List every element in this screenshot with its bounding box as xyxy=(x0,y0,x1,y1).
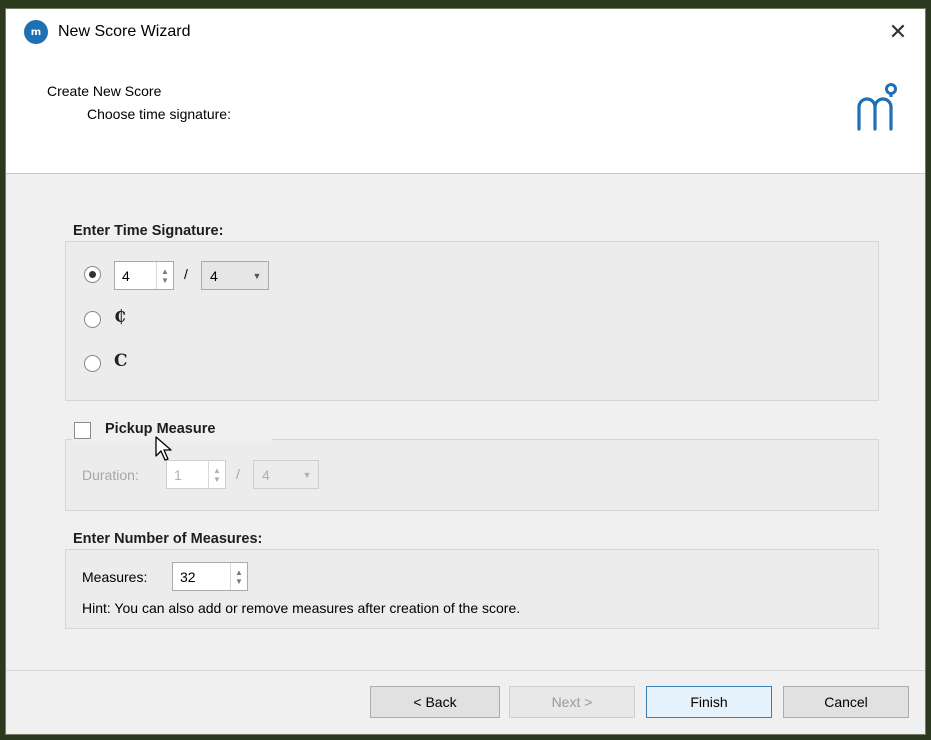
measures-value: 32 xyxy=(180,568,196,585)
musescore-logo-icon xyxy=(857,83,897,131)
next-button[interactable]: Next > xyxy=(509,686,635,718)
page-subtitle: Choose time signature: xyxy=(87,106,231,122)
measures-spinbox[interactable]: 32 ▲ ▼ xyxy=(172,562,248,591)
mouse-cursor-icon xyxy=(155,436,172,461)
duration-numerator-spinbox[interactable]: 1 ▲ ▼ xyxy=(166,460,226,489)
radio-custom-time-signature[interactable] xyxy=(84,266,101,283)
duration-denominator-dropdown[interactable]: 4 ▼ xyxy=(253,460,319,489)
common-time-symbol: C xyxy=(114,351,128,371)
finish-button[interactable]: Finish xyxy=(646,686,772,718)
musescore-app-icon: m xyxy=(24,20,48,44)
duration-separator: / xyxy=(236,466,240,482)
cancel-button[interactable]: Cancel xyxy=(783,686,909,718)
window-title: New Score Wizard xyxy=(58,23,191,40)
radio-cut-time[interactable] xyxy=(84,311,101,328)
time-signature-group-title: Enter Time Signature: xyxy=(73,223,234,239)
close-button[interactable]: ✕ xyxy=(883,17,913,47)
chevron-down-icon: ▼ xyxy=(252,270,262,281)
spin-arrows-icon[interactable]: ▲ ▼ xyxy=(230,563,247,590)
chevron-down-icon: ▼ xyxy=(302,469,312,480)
time-signature-separator: / xyxy=(184,266,188,282)
duration-label: Duration: xyxy=(82,467,139,483)
page-title: Create New Score xyxy=(47,83,162,99)
title-bar: m New Score Wizard ✕ xyxy=(6,9,925,55)
time-signature-group xyxy=(65,241,879,401)
back-button[interactable]: < Back xyxy=(370,686,500,718)
measures-label: Measures: xyxy=(82,569,148,585)
denominator-value: 4 xyxy=(210,267,218,284)
duration-denominator-value: 4 xyxy=(262,466,270,483)
radio-common-time[interactable] xyxy=(84,355,101,372)
cut-time-symbol: ₵ xyxy=(114,307,126,327)
denominator-dropdown[interactable]: 4 ▼ xyxy=(201,261,269,290)
wizard-header: Create New Score Choose time signature: xyxy=(6,55,925,174)
footer-divider xyxy=(6,670,925,671)
pickup-measure-checkbox[interactable] xyxy=(74,422,91,439)
new-score-wizard-window: m New Score Wizard ✕ Create New Score Ch… xyxy=(5,8,926,735)
spin-arrows-icon[interactable]: ▲ ▼ xyxy=(208,461,225,488)
numerator-spinbox[interactable]: 4 ▲ ▼ xyxy=(114,261,174,290)
spin-arrows-icon[interactable]: ▲ ▼ xyxy=(156,262,173,289)
pickup-measure-label[interactable]: Pickup Measure xyxy=(105,421,226,437)
measures-hint: Hint: You can also add or remove measure… xyxy=(82,600,521,616)
duration-numerator-value: 1 xyxy=(174,466,182,483)
measures-group-title: Enter Number of Measures: xyxy=(73,531,273,547)
numerator-value: 4 xyxy=(122,267,130,284)
